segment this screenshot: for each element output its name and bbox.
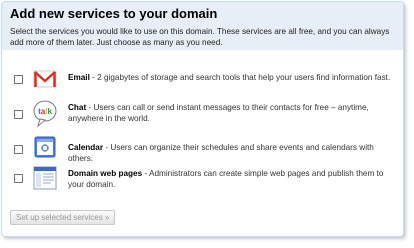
setup-selected-services-button[interactable]: Set up selected services » (10, 210, 116, 225)
svg-text:talk: talk (38, 107, 52, 116)
talk-icon: talk (32, 98, 58, 128)
email-name: Email (68, 73, 90, 82)
email-desc-text: - 2 gigabytes of storage and search tool… (89, 73, 391, 82)
chat-checkbox[interactable] (14, 110, 23, 119)
calendar-icon (32, 135, 58, 158)
intro-text: Select the services you would like to us… (10, 27, 390, 47)
email-checkbox[interactable] (14, 75, 23, 84)
calendar-desc-text: - Users can organize their schedules and… (68, 143, 374, 163)
chat-desc-text: - Users can call or send instant message… (68, 103, 369, 123)
add-services-panel: Add new services to your domain Select t… (1, 1, 404, 237)
email-description: Email - 2 gigabytes of storage and searc… (68, 72, 398, 83)
web-pages-checkbox[interactable] (14, 174, 23, 183)
panel-header: Add new services to your domain Select t… (2, 2, 403, 50)
web-pages-icon (32, 165, 58, 191)
gmail-icon (32, 68, 58, 90)
calendar-checkbox[interactable] (14, 145, 23, 154)
calendar-name: Calendar (68, 143, 104, 152)
chat-description: Chat - Users can call or send instant me… (68, 102, 398, 124)
chat-name: Chat (68, 103, 87, 112)
calendar-description: Calendar - Users can organize their sche… (68, 142, 398, 164)
web-pages-name: Domain web pages (68, 169, 143, 178)
web-pages-description: Domain web pages - Administrators can cr… (68, 168, 398, 190)
panel-title: Add new services to your domain (10, 6, 218, 21)
